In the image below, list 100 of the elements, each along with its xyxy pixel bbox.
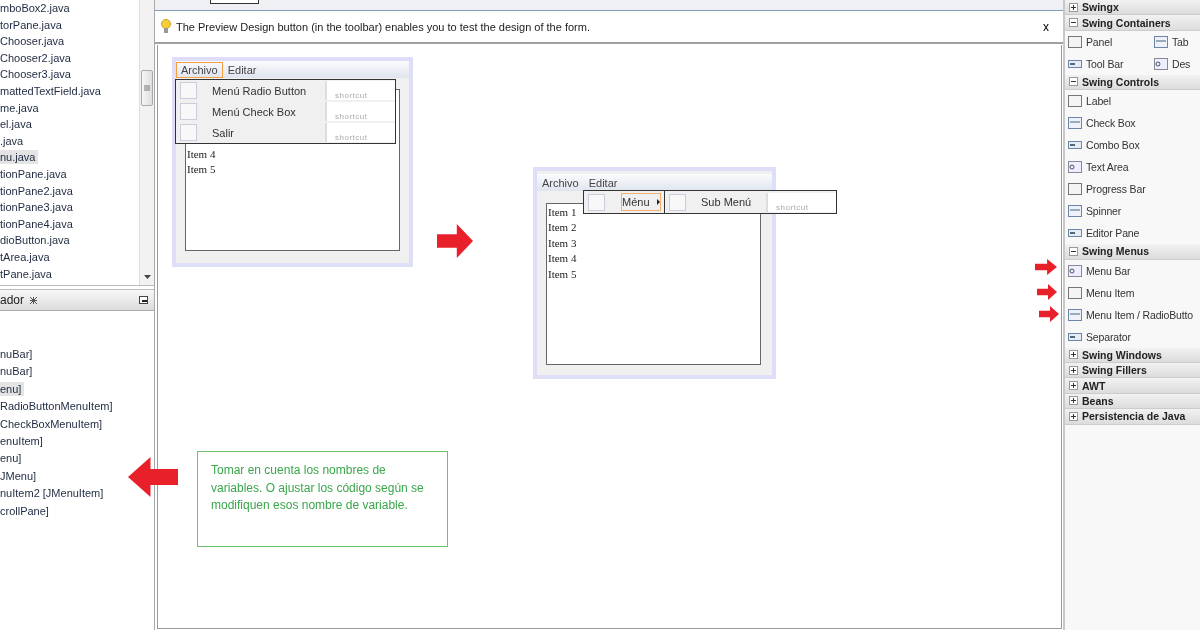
tree-node[interactable]: JMenu] — [0, 468, 40, 483]
tree-node[interactable]: CheckBoxMenuItem] — [0, 416, 106, 431]
menu-item[interactable]: Menú Radio Button — [211, 81, 325, 100]
tree-node[interactable]: nuBar] — [0, 364, 36, 379]
category-label: Persistencia de Java — [1082, 410, 1186, 423]
tree-node[interactable]: enu] — [0, 381, 25, 396]
menu[interactable]: Editar — [222, 61, 262, 78]
palette-label: Tab — [1172, 35, 1189, 48]
scroll-thumb[interactable] — [141, 70, 153, 106]
list-item[interactable]: Item 5 — [186, 162, 399, 178]
file-item[interactable]: tArea.java — [0, 249, 53, 264]
menu-item[interactable]: Menú Check Box — [211, 102, 325, 121]
palette-item[interactable]: Combo Box — [1065, 134, 1200, 157]
palette-item[interactable]: Editor Pane — [1065, 222, 1200, 245]
tree-node[interactable]: enuItem] — [0, 433, 46, 448]
palette-item[interactable]: Panel — [1065, 30, 1151, 53]
shortcut-field: shortcut — [766, 192, 836, 212]
palette-item[interactable]: Menu Bar — [1065, 259, 1200, 282]
vertical-scrollbar[interactable] — [139, 0, 154, 285]
category-header[interactable]: Swing Containers — [1065, 15, 1200, 31]
lightbulb-icon — [161, 19, 171, 34]
palette-label: Combo Box — [1086, 139, 1140, 152]
submenu-arrow-icon — [657, 199, 660, 205]
checkbox[interactable] — [669, 193, 686, 211]
palette-label: Panel — [1086, 35, 1113, 48]
file-item[interactable]: mattedTextField.java — [0, 83, 104, 98]
component-icon — [1067, 159, 1083, 176]
arrow-icon — [1035, 259, 1057, 275]
category-label: AWT — [1082, 379, 1106, 392]
menu[interactable]: Editar — [583, 174, 623, 191]
palette-item[interactable]: Separator — [1065, 325, 1200, 348]
category-header[interactable]: Swing Menus — [1065, 244, 1200, 260]
file-item[interactable]: Chooser3.java — [0, 67, 74, 82]
close-icon — [30, 296, 38, 304]
close-button[interactable]: x — [1043, 19, 1049, 34]
palette-item[interactable]: Tab — [1151, 30, 1200, 53]
palette-item[interactable]: Spinner — [1065, 200, 1200, 223]
file-item[interactable]: tPane.java — [0, 266, 55, 281]
file-item[interactable]: tionPane3.java — [0, 200, 76, 215]
file-item[interactable]: me.java — [0, 100, 42, 115]
file-item[interactable]: nu.java — [0, 150, 39, 165]
palette-item[interactable]: Check Box — [1065, 112, 1200, 135]
tree-node[interactable]: crollPane] — [0, 503, 52, 518]
list-item[interactable]: Item 4 — [547, 251, 760, 267]
palette-item[interactable]: Menu Item — [1065, 281, 1200, 304]
component-icon — [1067, 203, 1083, 220]
tree-node[interactable]: enu] — [0, 451, 25, 466]
category-header[interactable]: Swing Controls — [1065, 74, 1200, 91]
category-label: Swing Controls — [1082, 75, 1159, 88]
list-item[interactable]: Item 4 — [186, 147, 399, 163]
file-item[interactable]: dioButton.java — [0, 233, 73, 248]
list-item[interactable]: Item 3 — [547, 235, 760, 252]
category-label: Swing Fillers — [1082, 364, 1147, 377]
checkbox[interactable] — [180, 82, 197, 99]
menu-item[interactable]: Ménu — [621, 193, 661, 211]
palette-item[interactable]: Progress Bar — [1065, 178, 1200, 201]
palette-item[interactable]: Menu Item / RadioButto — [1065, 303, 1200, 326]
category-header[interactable]: AWT — [1065, 378, 1200, 394]
collapse-icon — [1069, 246, 1078, 256]
palette-item[interactable]: Des — [1151, 52, 1200, 75]
component-icon — [1067, 284, 1083, 301]
file-item[interactable]: Chooser2.java — [0, 50, 74, 65]
menu-item[interactable]: Salir — [211, 123, 325, 142]
menu[interactable]: Archivo — [176, 61, 223, 78]
category-header[interactable]: Persistencia de Java — [1065, 409, 1200, 425]
annotation-note: Tomar en cuenta los nombres de variables. O ajustar los código según se modifiquen esos nombre de variable. — [197, 451, 448, 547]
file-item[interactable]: Chooser.java — [0, 34, 68, 49]
expand-icon — [1069, 350, 1078, 360]
checkbox[interactable] — [180, 103, 197, 120]
tree-node[interactable]: nuItem2 [JMenuItem] — [0, 486, 107, 501]
file-item[interactable]: mboBox2.java — [0, 1, 73, 15]
tree-node[interactable]: RadioButtonMenuItem] — [0, 399, 116, 414]
file-item[interactable]: .java — [0, 133, 27, 148]
palette-item[interactable]: Label — [1065, 90, 1200, 113]
component-icon — [1067, 306, 1083, 323]
file-item[interactable]: el.java — [0, 117, 35, 132]
list-item[interactable]: Item 2 — [547, 220, 760, 236]
palette-item[interactable]: Text Area — [1065, 156, 1200, 179]
palette-label: Progress Bar — [1086, 183, 1146, 196]
category-header[interactable]: Swingx — [1065, 0, 1200, 16]
file-item[interactable]: tionPane2.java — [0, 183, 76, 198]
file-item[interactable]: tionPane4.java — [0, 216, 76, 231]
file-item[interactable]: tionPane.java — [0, 166, 70, 181]
file-item[interactable]: torPane.java — [0, 17, 65, 32]
grip-icon — [144, 85, 150, 91]
tree-node[interactable]: nuBar] — [0, 347, 36, 361]
checkbox[interactable] — [180, 124, 197, 141]
minimize-button[interactable] — [139, 296, 148, 304]
editor-tab[interactable] — [210, 0, 259, 4]
category-header[interactable]: Swing Windows — [1065, 347, 1200, 363]
menu[interactable]: Archivo — [537, 174, 584, 191]
palette-item[interactable]: Tool Bar — [1065, 52, 1151, 75]
category-label: Swingx — [1082, 1, 1119, 14]
menu-item[interactable]: Sub Menú — [700, 193, 766, 211]
list-item[interactable]: Item 5 — [547, 266, 760, 282]
component-icon — [1067, 262, 1083, 279]
palette-label: Spinner — [1086, 205, 1122, 218]
palette-label: Check Box — [1086, 117, 1136, 130]
arrow-icon — [128, 457, 178, 497]
checkbox[interactable] — [588, 193, 605, 211]
